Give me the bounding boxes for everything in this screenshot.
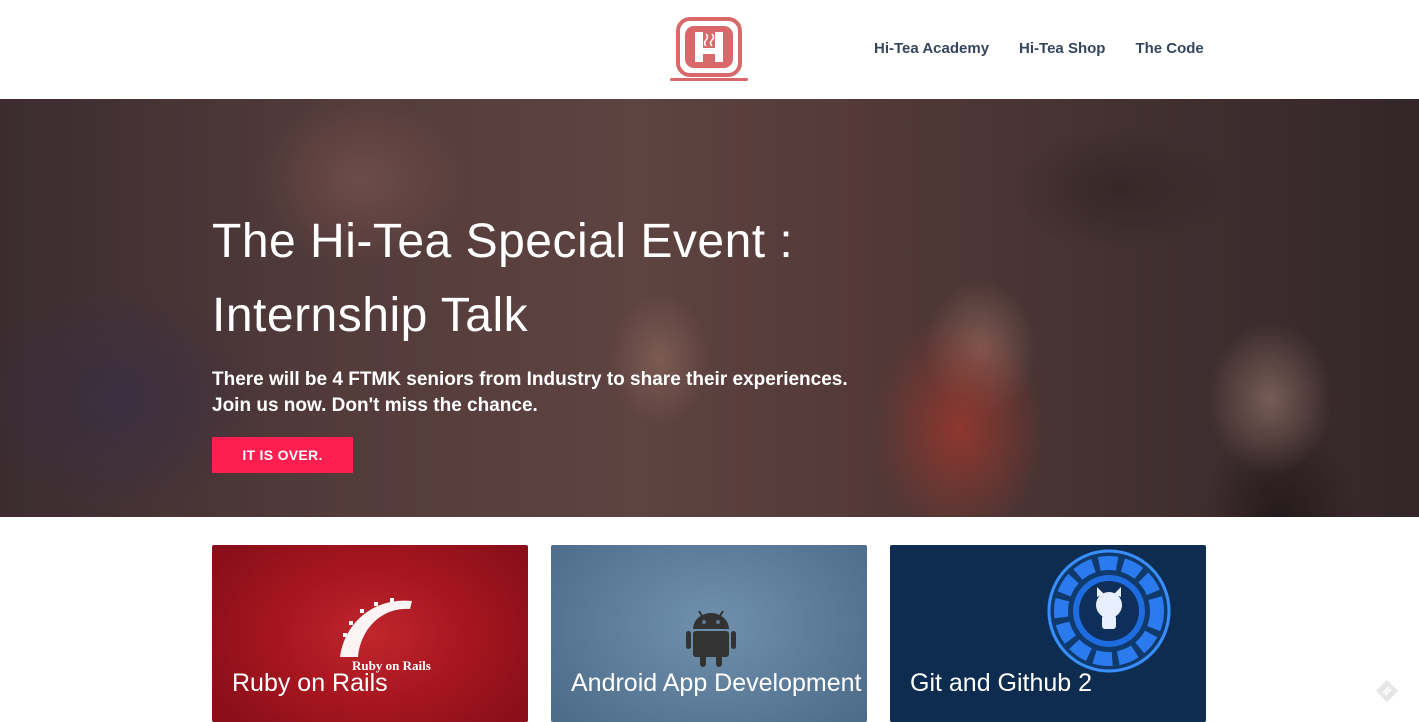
hero-banner: The Hi-Tea Special Event : Internship Ta… [0, 99, 1419, 517]
hero-description-line-1: There will be 4 FTMK seniors from Indust… [212, 369, 848, 390]
hero-description-line-2: Join us now. Don't miss the chance. [212, 395, 538, 416]
nav-link-the-code[interactable]: The Code [1135, 40, 1203, 57]
nav-link-hi-tea-academy[interactable]: Hi-Tea Academy [874, 40, 989, 57]
hero-title: The Hi-Tea Special Event : Internship Ta… [212, 205, 932, 353]
hero-content: The Hi-Tea Special Event : Internship Ta… [212, 205, 932, 473]
card-title-git-and-github: Git and Github 2 [910, 669, 1093, 697]
hero-description: There will be 4 FTMK seniors from Indust… [212, 367, 932, 419]
it-is-over-button[interactable]: IT IS OVER. [212, 437, 353, 473]
hero-title-line-2: Internship Talk [212, 289, 529, 342]
course-card-android-app-development[interactable]: Android App Development [551, 545, 867, 722]
scroll-to-top-icon[interactable] [1372, 676, 1402, 706]
course-card-git-and-github[interactable]: Git and Github 2 [890, 545, 1206, 722]
main-nav: Hi-Tea Academy Hi-Tea Shop The Code [874, 40, 1204, 57]
nav-link-hi-tea-shop[interactable]: Hi-Tea Shop [1019, 40, 1105, 57]
hero-title-line-1: The Hi-Tea Special Event : [212, 215, 794, 268]
card-title-android-app-development: Android App Development [571, 669, 862, 697]
hi-tea-logo-icon[interactable] [669, 16, 749, 84]
site-header: Hi-Tea Academy Hi-Tea Shop The Code [0, 0, 1419, 99]
card-title-ruby-on-rails: Ruby on Rails [232, 669, 388, 697]
course-card-ruby-on-rails[interactable]: Ruby on Rails Ruby on Rails [212, 545, 528, 722]
